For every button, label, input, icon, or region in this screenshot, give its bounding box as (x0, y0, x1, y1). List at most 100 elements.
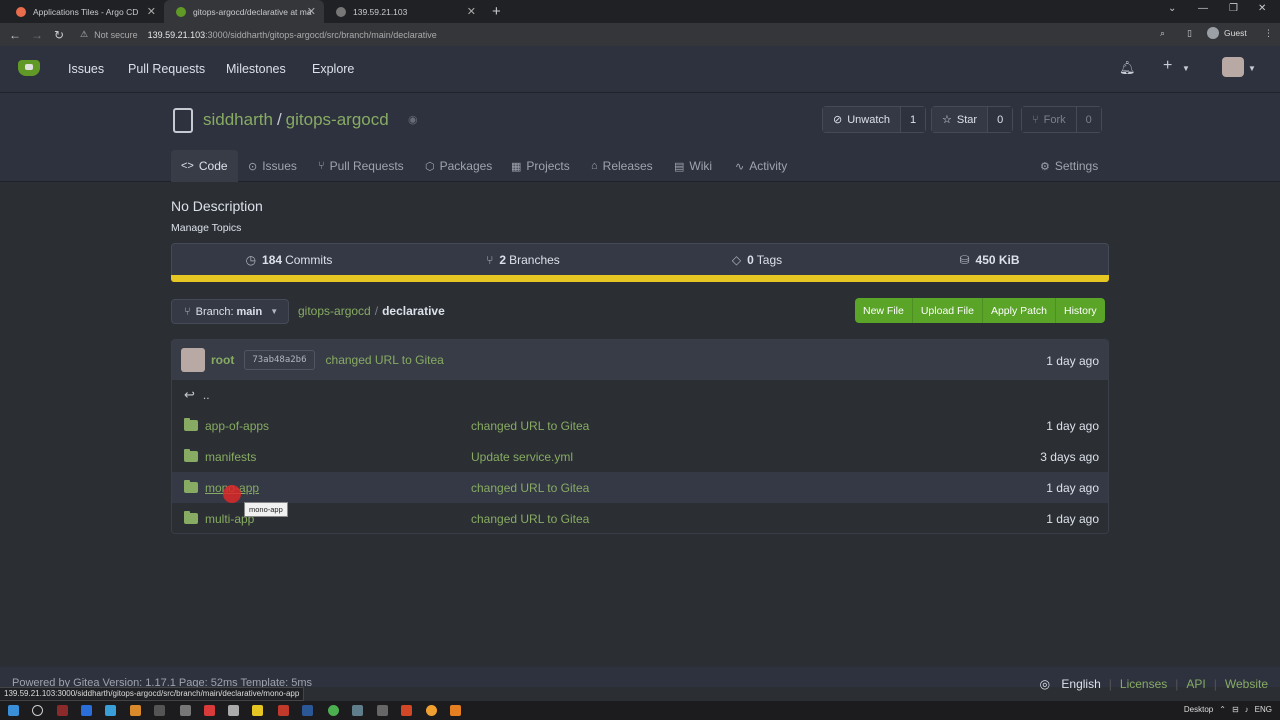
app-icon[interactable] (57, 705, 68, 716)
file-commit-link[interactable]: changed URL to Gitea (471, 481, 589, 495)
folder-icon (184, 449, 198, 462)
close-icon[interactable]: ✕ (467, 5, 476, 18)
window-close-icon[interactable]: ✕ (1258, 3, 1266, 14)
tab-settings[interactable]: ⚙ Settings (1030, 150, 1108, 182)
app-icon[interactable] (154, 705, 165, 716)
commits-stat[interactable]: ◷ 184 Commits (172, 244, 406, 275)
nav-explore[interactable]: Explore (312, 62, 354, 76)
menu-kebab-icon[interactable]: ⋮ (1264, 28, 1273, 39)
app-icon[interactable] (228, 705, 239, 716)
forward-arrow-icon[interactable]: → (26, 28, 48, 42)
sidebar-icon[interactable]: ▯ (1187, 28, 1192, 39)
file-name-link[interactable]: app-of-apps (205, 419, 269, 433)
tab-activity[interactable]: ∿ Activity (725, 150, 797, 182)
file-commit-link[interactable]: changed URL to Gitea (471, 419, 589, 433)
word-icon[interactable] (302, 705, 313, 716)
language-bar[interactable] (171, 275, 1109, 282)
tab-wiki[interactable]: ▤ Wiki (664, 150, 722, 182)
minimize-icon[interactable]: — (1198, 3, 1208, 14)
zoom-search-icon[interactable]: ⌕ (1160, 28, 1165, 39)
profile-button[interactable]: Guest (1207, 27, 1247, 39)
nav-issues[interactable]: Issues (68, 62, 104, 76)
file-name-link[interactable]: manifests (205, 450, 256, 464)
network-icon[interactable]: ⊟ (1232, 705, 1239, 714)
gitea-logo-icon[interactable] (18, 60, 40, 76)
app-icon[interactable] (130, 705, 141, 716)
tab-issues[interactable]: ⊙ Issues (238, 150, 307, 182)
close-icon[interactable]: ✕ (147, 5, 156, 18)
app-icon[interactable] (352, 705, 363, 716)
commit-message-link[interactable]: changed URL to Gitea (326, 353, 444, 367)
repo-owner-link[interactable]: siddharth (203, 110, 273, 129)
browser-tab-gitea[interactable]: gitops-argocd/declarative at ma ✕ (164, 0, 324, 23)
app-icon[interactable] (180, 705, 191, 716)
history-button[interactable]: History (1056, 298, 1105, 323)
chrome-icon[interactable] (328, 705, 339, 716)
bell-icon[interactable]: 🔔︎ (1119, 60, 1136, 76)
rss-icon[interactable]: ◉ (408, 113, 418, 126)
repo-name-link[interactable]: gitops-argocd (286, 110, 389, 129)
apply-patch-button[interactable]: Apply Patch (982, 298, 1057, 323)
tab-releases[interactable]: ⌂ Releases (581, 150, 663, 182)
address-bar[interactable]: ⚠ Not secure 139.59.21.103 :3000/siddhar… (72, 25, 1102, 44)
manage-topics-link[interactable]: Manage Topics (171, 222, 241, 234)
plus-icon[interactable]: + (1163, 57, 1172, 75)
fork-count[interactable]: 0 (1076, 107, 1101, 132)
api-link[interactable]: API (1186, 677, 1205, 691)
tab-projects[interactable]: ▦ Projects (501, 150, 580, 182)
tags-stat[interactable]: ◇ 0 Tags (640, 244, 874, 275)
licenses-link[interactable]: Licenses (1120, 677, 1167, 691)
chevron-down-icon[interactable]: ▼ (1248, 64, 1256, 73)
new-tab-icon[interactable]: + (492, 3, 501, 20)
chrome-active-icon[interactable] (426, 705, 437, 716)
folder-icon[interactable] (252, 705, 263, 716)
nav-pull-requests[interactable]: Pull Requests (128, 62, 205, 76)
watch-button[interactable]: ⊘ Unwatch 1 (822, 106, 927, 133)
user-avatar[interactable] (1222, 57, 1244, 77)
language-selector[interactable]: ◎ English (1032, 677, 1101, 691)
reload-icon[interactable]: ↻ (48, 28, 70, 42)
breadcrumb-root-link[interactable]: gitops-argocd (298, 304, 371, 318)
file-commit-link[interactable]: changed URL to Gitea (471, 512, 589, 526)
chevron-down-icon[interactable]: ▼ (1182, 64, 1190, 73)
star-count[interactable]: 0 (988, 107, 1013, 132)
branches-stat[interactable]: ⑂ 2 Branches (406, 244, 640, 275)
star-button[interactable]: ☆ Star 0 (931, 106, 1014, 133)
nav-milestones[interactable]: Milestones (226, 62, 286, 76)
back-arrow-icon[interactable]: ← (4, 28, 26, 42)
tab-search-icon[interactable]: ⌄ (1168, 3, 1176, 14)
branch-selector[interactable]: ⑂ Branch: main ▼ (171, 299, 289, 324)
new-file-button[interactable]: New File (855, 298, 913, 323)
repo-stats: ◷ 184 Commits ⑂ 2 Branches ◇ 0 Tags ⛁ 450 KiB (171, 243, 1109, 275)
parent-dir-row[interactable]: ↩ .. (172, 380, 1108, 410)
app-icon[interactable] (204, 705, 215, 716)
fork-button[interactable]: ⑂ Fork 0 (1021, 106, 1102, 133)
website-link[interactable]: Website (1225, 677, 1268, 691)
commit-author-link[interactable]: root (211, 353, 234, 367)
tab-packages[interactable]: ⬡ Packages (415, 150, 502, 182)
restore-icon[interactable]: ❐ (1229, 3, 1238, 14)
app-icon[interactable] (377, 705, 388, 716)
upload-file-button[interactable]: Upload File (912, 298, 983, 323)
table-row: multi-app changed URL to Gitea 1 day ago (172, 503, 1108, 533)
tab-pull-requests[interactable]: ⑂ Pull Requests (308, 150, 414, 182)
avatar[interactable] (181, 348, 205, 372)
volume-icon[interactable]: ♪ (1245, 705, 1249, 714)
chevron-up-icon[interactable]: ⌃ (1219, 705, 1226, 714)
vlc-icon[interactable] (450, 705, 461, 716)
search-icon[interactable] (32, 705, 43, 716)
close-icon[interactable]: ✕ (307, 5, 316, 18)
browser-tab-ip[interactable]: 139.59.21.103 ✕ (324, 0, 484, 23)
app-icon[interactable] (81, 705, 92, 716)
windows-start-icon[interactable] (8, 705, 19, 716)
file-commit-link[interactable]: Update service.yml (471, 450, 573, 464)
browser-tab-argocd[interactable]: Applications Tiles - Argo CD ✕ (4, 0, 164, 23)
desktop-toolbar[interactable]: Desktop (1184, 705, 1213, 714)
commit-sha-link[interactable]: 73ab48a2b6 (244, 350, 315, 370)
watch-count[interactable]: 1 (901, 107, 926, 132)
app-icon[interactable] (278, 705, 289, 716)
tab-code[interactable]: <> Code (171, 150, 238, 182)
lang-indicator[interactable]: ENG (1255, 705, 1272, 714)
powerpoint-icon[interactable] (401, 705, 412, 716)
app-icon[interactable] (105, 705, 116, 716)
